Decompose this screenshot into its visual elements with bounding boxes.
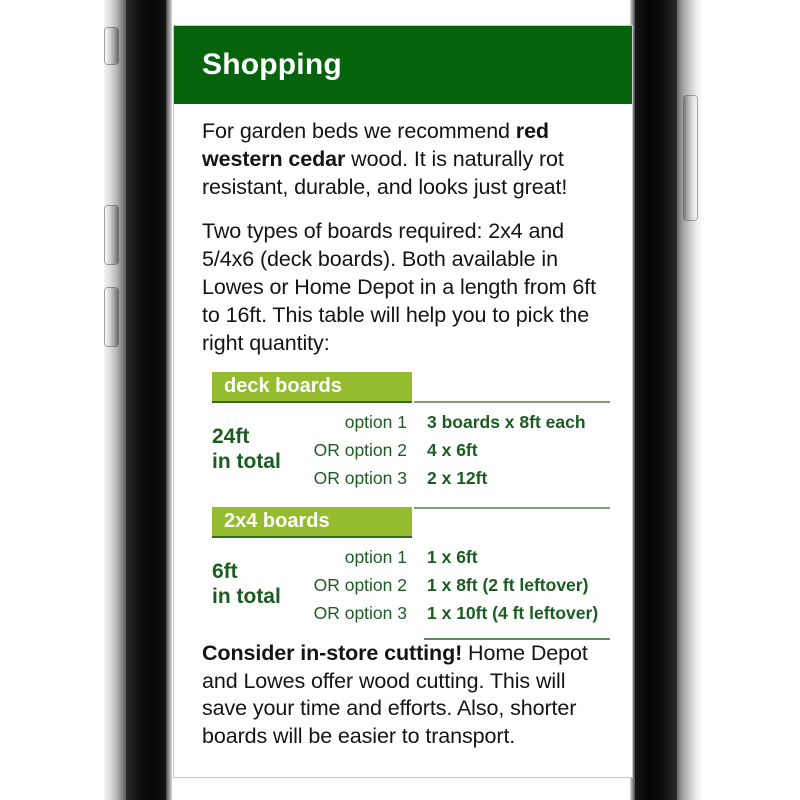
rule-light bbox=[414, 400, 610, 403]
total-sublabel: in total bbox=[212, 585, 281, 609]
closing-paragraph: Consider in-store cutting! Home Depot an… bbox=[202, 640, 602, 752]
app-screen: Shopping For garden beds we recommend re… bbox=[173, 25, 633, 778]
option-value: 3 boards x 8ft each bbox=[427, 411, 586, 432]
rule-dark bbox=[212, 400, 412, 403]
option-value: 2 x 12ft bbox=[427, 468, 488, 489]
option-label: OR option 2 bbox=[313, 439, 407, 460]
board-rows: 6ft in total option 1 OR option 2 OR opt… bbox=[212, 536, 602, 628]
option-label: OR option 3 bbox=[313, 603, 407, 624]
board-type-label: deck boards bbox=[224, 374, 342, 397]
option-column: option 1 OR option 2 OR option 3 bbox=[312, 543, 417, 628]
rule-dark bbox=[212, 535, 412, 538]
phone-left-bezel bbox=[104, 0, 172, 800]
value-column: 3 boards x 8ft each 4 x 6ft 2 x 12ft bbox=[417, 408, 586, 493]
board-block-2x4: 2x4 boards 6ft in total option 1 OR opti… bbox=[212, 506, 610, 640]
total-amount: 6ft bbox=[212, 560, 238, 584]
phone-left-inner-edge bbox=[166, 0, 172, 800]
phone-left-metal-edge bbox=[104, 0, 126, 800]
power-button[interactable] bbox=[684, 96, 697, 220]
board-type-label: 2x4 boards bbox=[224, 509, 330, 532]
board-rows: 24ft in total option 1 OR option 2 OR op… bbox=[212, 401, 602, 493]
intro-paragraph: For garden beds we recommend red western… bbox=[202, 118, 602, 202]
volume-up-button[interactable] bbox=[105, 206, 118, 264]
board-type-tag: deck boards bbox=[212, 371, 412, 401]
option-column: option 1 OR option 2 OR option 3 bbox=[312, 408, 417, 493]
volume-down-button[interactable] bbox=[105, 288, 118, 346]
option-value: 1 x 8ft (2 ft leftover) bbox=[427, 574, 589, 595]
total-cell: 24ft in total bbox=[212, 425, 312, 475]
boards-paragraph: Two types of boards required: 2x4 and 5/… bbox=[202, 218, 596, 355]
value-column: 1 x 6ft 1 x 8ft (2 ft leftover) 1 x 10ft… bbox=[417, 543, 598, 628]
board-block-2x4-header: 2x4 boards bbox=[212, 506, 610, 538]
board-block-deck: deck boards 24ft in total option 1 OR op… bbox=[212, 371, 610, 493]
closing-text-bold: Consider in-store cutting! bbox=[202, 640, 463, 665]
total-cell: 6ft in total bbox=[212, 560, 312, 610]
option-label: OR option 3 bbox=[313, 468, 407, 489]
option-label: option 1 bbox=[344, 411, 407, 432]
option-value: 1 x 10ft (4 ft leftover) bbox=[427, 603, 599, 624]
option-label: OR option 2 bbox=[313, 574, 407, 595]
option-value: 1 x 6ft bbox=[427, 546, 478, 567]
total-sublabel: in total bbox=[212, 450, 281, 474]
option-label: option 1 bbox=[344, 546, 407, 567]
silent-switch[interactable] bbox=[105, 28, 118, 64]
boards-tables: deck boards 24ft in total option 1 OR op… bbox=[202, 371, 610, 640]
app-content: For garden beds we recommend red western… bbox=[174, 104, 632, 751]
rule-bottom bbox=[424, 637, 610, 640]
board-block-deck-header: deck boards bbox=[212, 371, 610, 403]
phone-right-bezel bbox=[630, 0, 702, 800]
rule-light bbox=[414, 506, 610, 509]
total-amount: 24ft bbox=[212, 425, 250, 449]
option-value: 4 x 6ft bbox=[427, 439, 478, 460]
intro-text-before: For garden beds we recommend bbox=[202, 119, 516, 143]
phone-left-glass-edge bbox=[126, 0, 166, 800]
phone-right-glass-edge bbox=[635, 0, 677, 800]
page-title: Shopping bbox=[202, 48, 342, 81]
app-header: Shopping bbox=[174, 26, 632, 104]
board-type-tag: 2x4 boards bbox=[212, 506, 412, 536]
